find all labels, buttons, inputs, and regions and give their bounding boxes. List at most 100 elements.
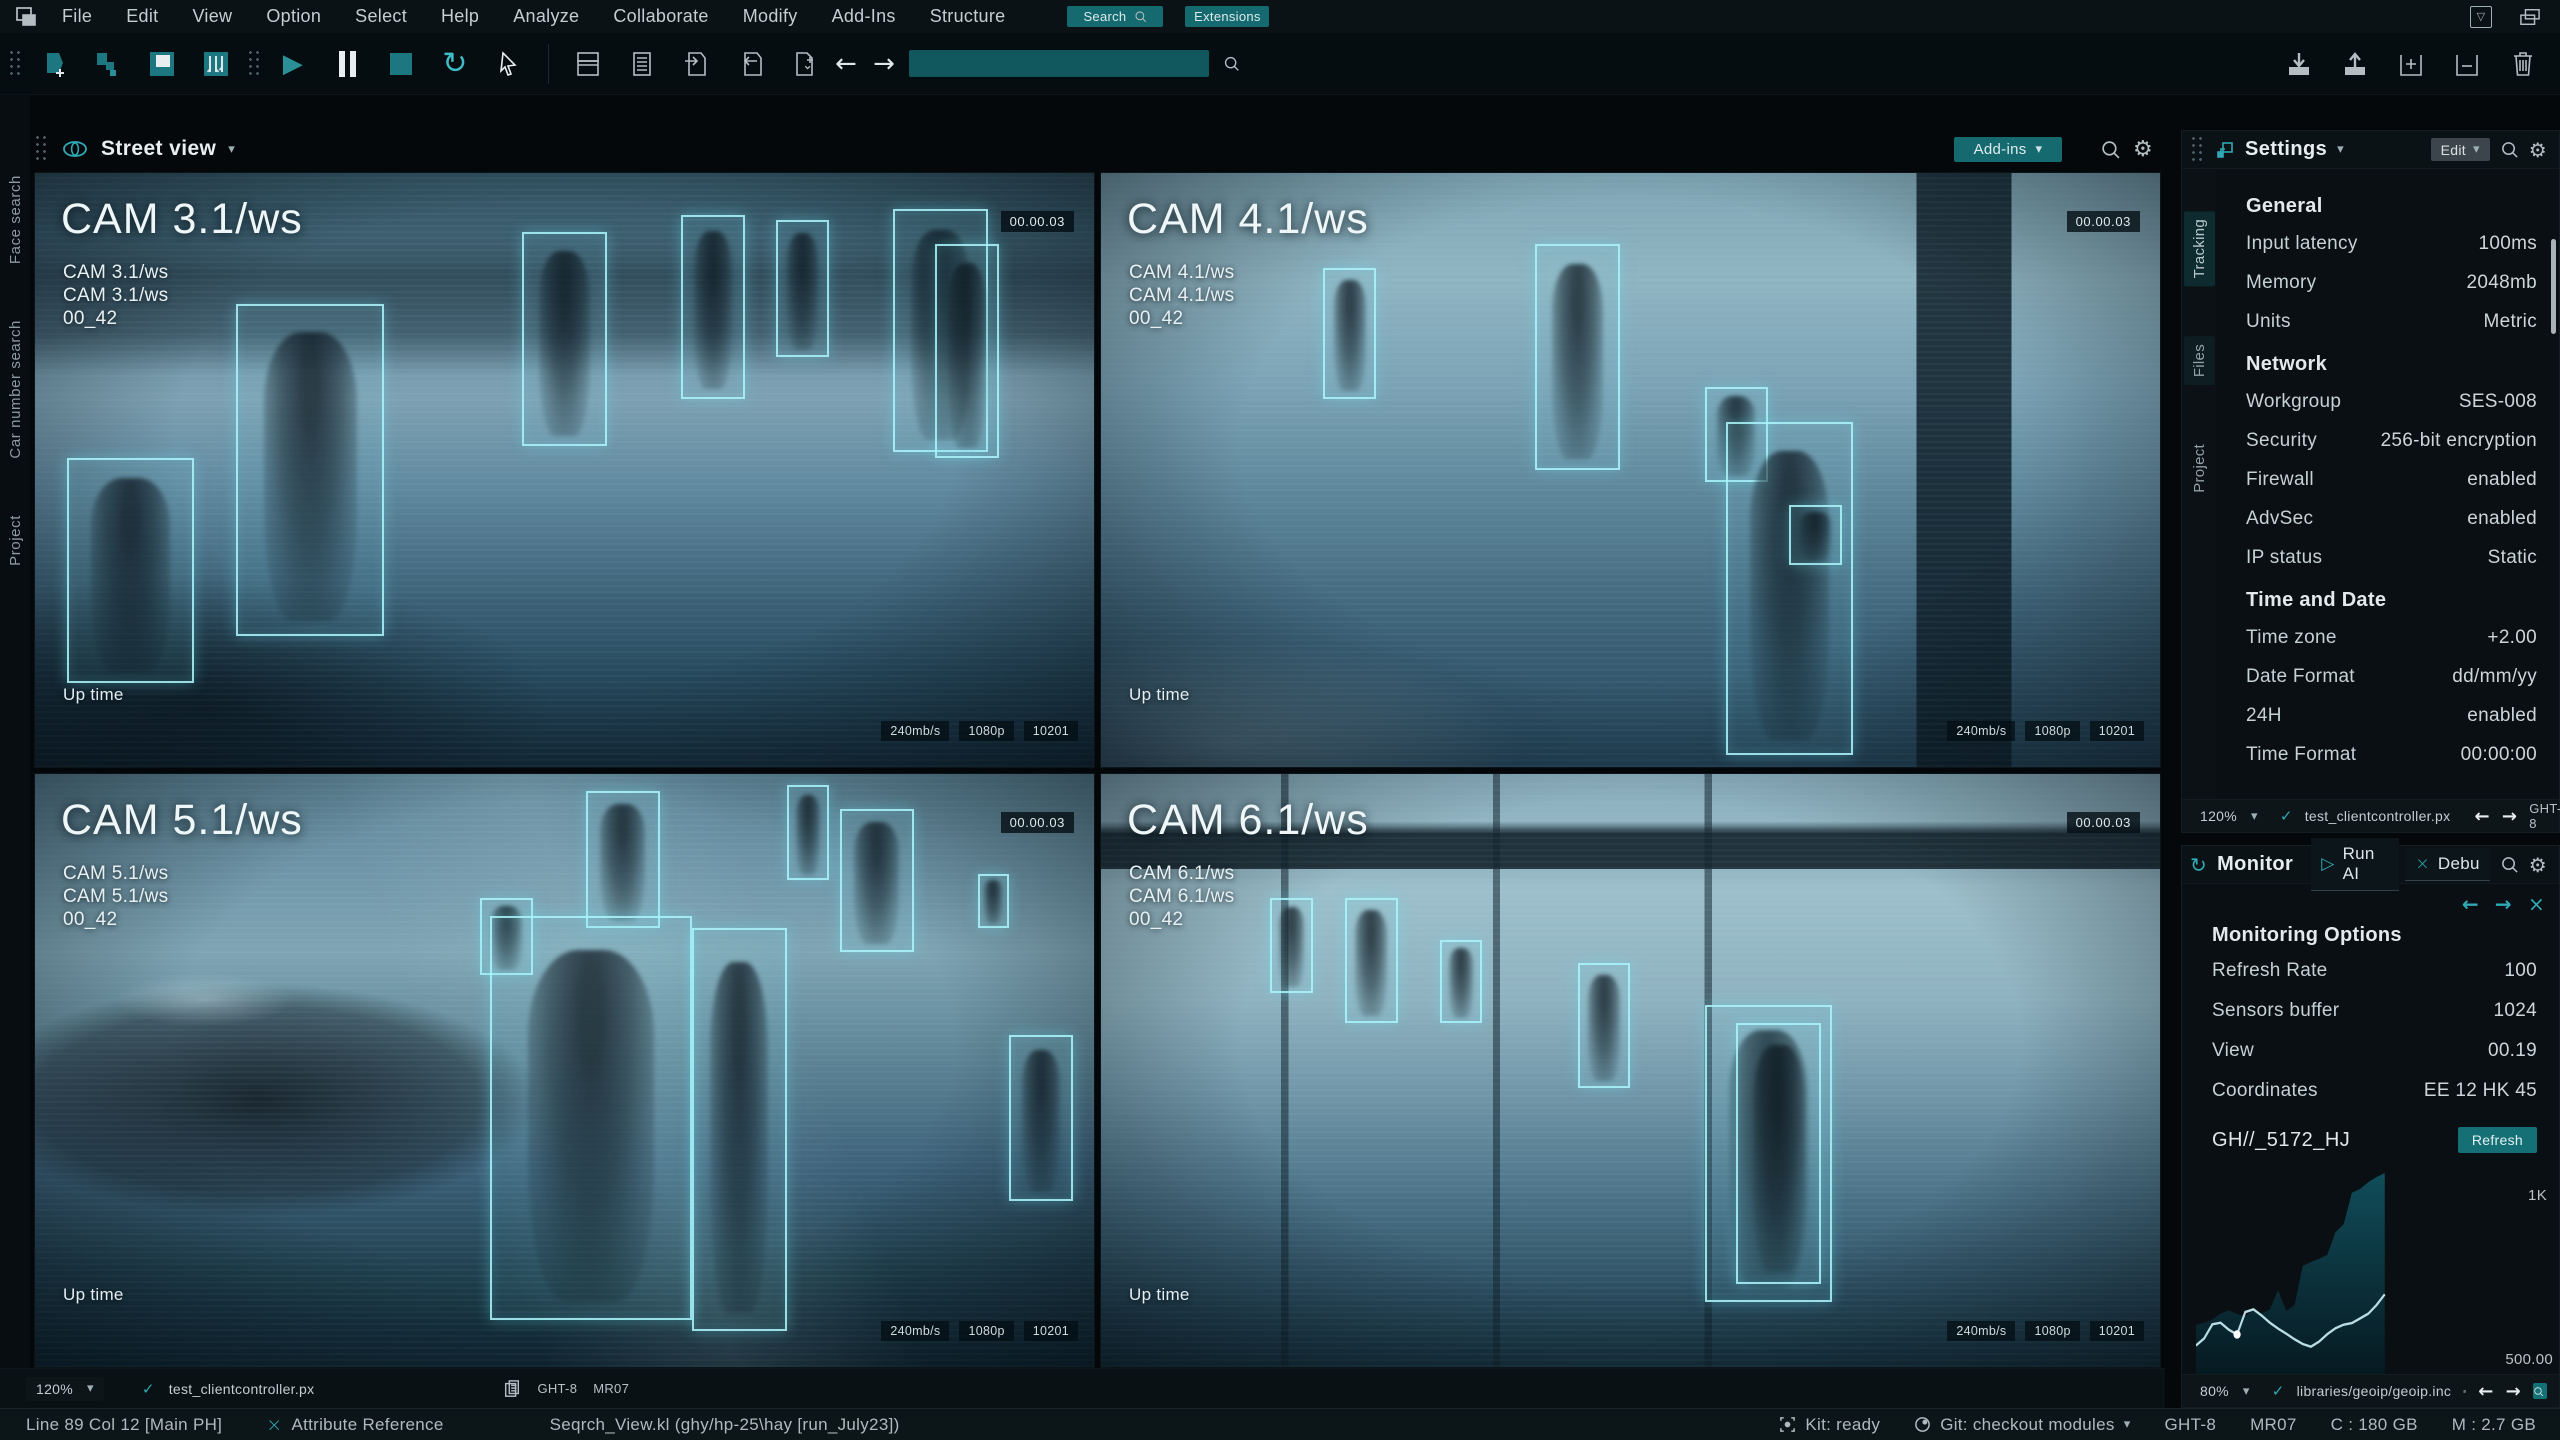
mixer-tool-icon[interactable] xyxy=(199,47,233,81)
scrollbar[interactable] xyxy=(2551,239,2556,334)
trash-icon[interactable] xyxy=(2506,47,2540,81)
camera-feed[interactable]: CAM 4.1/ws CAM 4.1/ws CAM 4.1/ws 00_42 0… xyxy=(1100,172,2161,768)
zoom-dropdown[interactable]: 120% ▾ xyxy=(2190,804,2268,828)
back-icon[interactable]: ← xyxy=(2462,892,2479,916)
rail-item[interactable]: Face search xyxy=(7,175,24,264)
play-icon[interactable]: ▶ xyxy=(276,47,310,81)
setting-value[interactable]: SES-008 xyxy=(2459,391,2537,413)
menu-item[interactable]: Structure xyxy=(930,6,1006,27)
option-value[interactable]: 100 xyxy=(2504,960,2537,982)
search-icon[interactable] xyxy=(2500,140,2519,159)
debug-tab[interactable]: × Debu xyxy=(2405,848,2489,881)
search-icon[interactable] xyxy=(1223,55,1240,72)
back-icon[interactable]: ← xyxy=(835,49,857,79)
settings-tab[interactable]: Tracking xyxy=(2184,211,2215,286)
settings-tab[interactable]: Files xyxy=(2184,336,2215,385)
toolbar-search-input[interactable] xyxy=(909,50,1209,77)
gear-icon[interactable]: ⚙ xyxy=(2529,138,2547,162)
option-value[interactable]: 1024 xyxy=(2494,1000,2537,1022)
setting-value[interactable]: 2048mb xyxy=(2467,272,2537,294)
camera-feed[interactable]: CAM 3.1/ws CAM 3.1/ws CAM 3.1/ws 00_42 0… xyxy=(34,172,1095,768)
setting-value[interactable]: 00:00:00 xyxy=(2461,744,2537,766)
gear-icon[interactable]: ⚙ xyxy=(2133,137,2153,162)
shape-add-tool-icon[interactable] xyxy=(37,47,71,81)
layout-blocks-tool-icon[interactable] xyxy=(91,47,125,81)
settings-row: Workgroup SES-008 xyxy=(2246,382,2537,421)
menu-item[interactable]: Modify xyxy=(743,6,798,27)
panel-search-input[interactable] xyxy=(2533,1383,2547,1399)
refresh-button[interactable]: Refresh xyxy=(2458,1127,2537,1153)
setting-value[interactable]: enabled xyxy=(2467,705,2537,727)
setting-value[interactable]: Static xyxy=(2488,547,2537,569)
new-page-icon[interactable] xyxy=(787,47,821,81)
forward-icon[interactable]: → xyxy=(873,49,895,79)
layout-windows-icon[interactable] xyxy=(2518,7,2542,27)
menu-item[interactable]: Select xyxy=(355,6,407,27)
forward-icon[interactable]: → xyxy=(2495,892,2512,916)
camera-feed[interactable]: CAM 6.1/ws CAM 6.1/ws CAM 6.1/ws 00_42 0… xyxy=(1100,773,2161,1369)
rail-item[interactable]: Car number search xyxy=(7,320,24,459)
menu-item[interactable]: File xyxy=(62,6,92,27)
copy-icon[interactable] xyxy=(503,1379,521,1399)
forward-icon[interactable]: → xyxy=(2502,806,2517,827)
loop-icon[interactable]: ↻ xyxy=(438,47,472,81)
back-icon[interactable]: ← xyxy=(2478,1381,2493,1402)
menu-item[interactable]: View xyxy=(192,6,232,27)
download-icon[interactable] xyxy=(2282,47,2316,81)
edit-button[interactable]: Edit ▾ xyxy=(2431,138,2490,161)
viewport-title: Street view xyxy=(101,137,216,161)
extensions-button[interactable]: Extensions xyxy=(1185,6,1269,27)
drag-handle[interactable] xyxy=(2190,135,2205,165)
menu-item[interactable]: Help xyxy=(441,6,479,27)
pause-icon[interactable] xyxy=(330,47,364,81)
menu-item[interactable]: Edit xyxy=(126,6,158,27)
back-icon[interactable]: ← xyxy=(2474,806,2489,827)
copy-icon[interactable] xyxy=(2463,1382,2466,1401)
gear-icon[interactable]: ⚙ xyxy=(2529,853,2547,877)
frame-tool-icon[interactable] xyxy=(145,47,179,81)
import-page-icon[interactable] xyxy=(733,47,767,81)
menu-item[interactable]: Add-Ins xyxy=(832,6,896,27)
upload-icon[interactable] xyxy=(2338,47,2372,81)
chevron-down-icon[interactable]: ▾ xyxy=(228,142,235,157)
clipboard-list-icon[interactable] xyxy=(625,47,659,81)
git-status[interactable]: Git: checkout modules ▾ xyxy=(1914,1415,2130,1435)
menu-item[interactable]: Option xyxy=(266,6,321,27)
chevron-down-icon[interactable]: ▾ xyxy=(2337,142,2344,157)
kit-status[interactable]: Kit: ready xyxy=(1779,1415,1880,1435)
setting-value[interactable]: enabled xyxy=(2467,469,2537,491)
cascade-windows-icon[interactable] xyxy=(571,47,605,81)
setting-value[interactable]: +2.00 xyxy=(2487,627,2537,649)
export-page-icon[interactable] xyxy=(679,47,713,81)
setting-value[interactable]: enabled xyxy=(2467,508,2537,530)
drag-handle[interactable] xyxy=(247,49,262,79)
setting-value[interactable]: dd/mm/yy xyxy=(2452,666,2537,688)
setting-value[interactable]: 100ms xyxy=(2478,233,2537,255)
addins-button[interactable]: Add-ins ▾ xyxy=(1954,137,2062,162)
option-value[interactable]: EE 12 HK 45 xyxy=(2424,1080,2537,1102)
stop-icon[interactable] xyxy=(384,47,418,81)
add-tray-icon[interactable] xyxy=(2394,47,2428,81)
rail-item[interactable]: Project xyxy=(7,515,24,566)
window-dropdown-icon[interactable]: ▽ xyxy=(2470,6,2492,28)
drag-handle[interactable] xyxy=(8,49,23,79)
menu-item[interactable]: Analyze xyxy=(513,6,579,27)
zoom-dropdown[interactable]: 120% ▾ xyxy=(26,1377,104,1401)
search-icon[interactable] xyxy=(2100,139,2121,160)
option-value[interactable]: 00.19 xyxy=(2488,1040,2537,1062)
drag-handle[interactable] xyxy=(34,134,49,164)
attribute-reference[interactable]: × Attribute Reference xyxy=(266,1414,443,1436)
settings-tab[interactable]: Project xyxy=(2184,436,2215,501)
menu-item[interactable]: Collaborate xyxy=(613,6,708,27)
close-icon[interactable]: × xyxy=(2528,892,2545,916)
draw-tools-group xyxy=(37,47,233,81)
setting-value[interactable]: Metric xyxy=(2483,311,2537,333)
camera-feed[interactable]: CAM 5.1/ws CAM 5.1/ws CAM 5.1/ws 00_42 0… xyxy=(34,773,1095,1369)
zoom-dropdown[interactable]: 80% ▾ xyxy=(2190,1379,2260,1403)
forward-icon[interactable]: → xyxy=(2506,1381,2521,1402)
remove-tray-icon[interactable] xyxy=(2450,47,2484,81)
menu-search-button[interactable]: Search xyxy=(1067,6,1163,27)
setting-value[interactable]: 256-bit encryption xyxy=(2381,430,2537,452)
search-icon[interactable] xyxy=(2500,855,2519,874)
cursor-icon[interactable] xyxy=(492,47,526,81)
